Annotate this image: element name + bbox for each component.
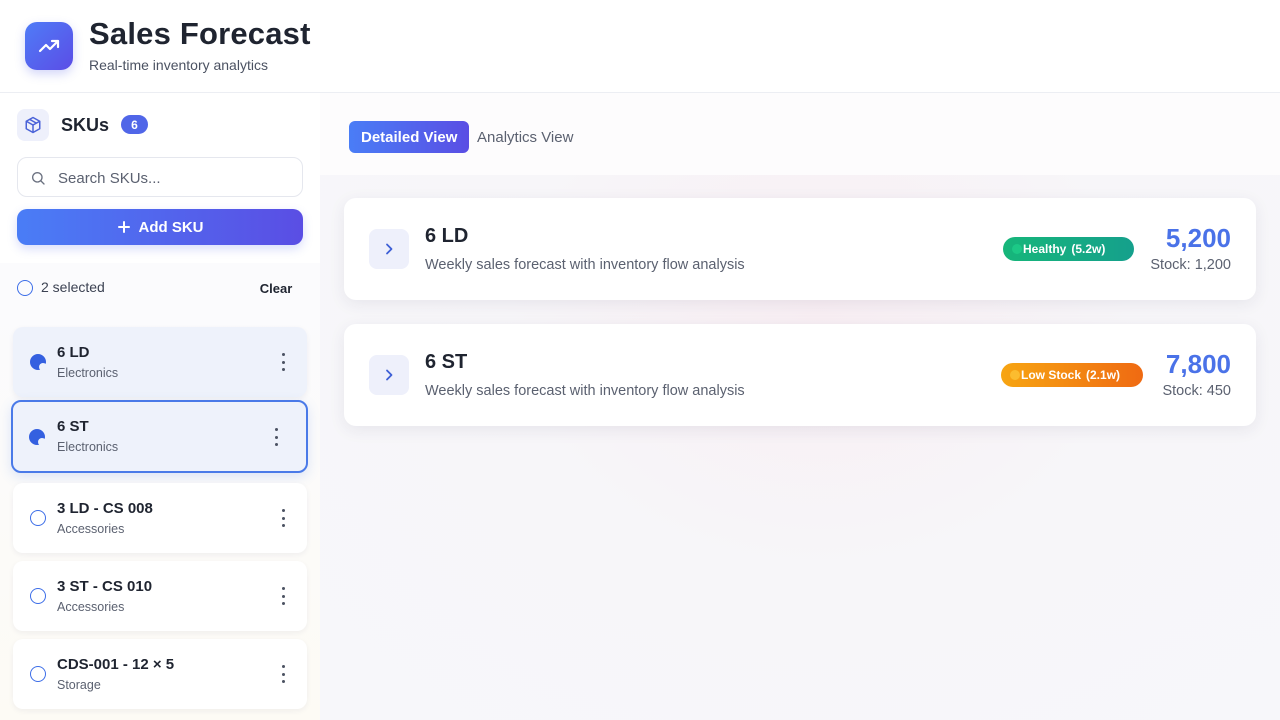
more-options-icon[interactable] [272, 428, 280, 446]
status-label: Low Stock [1021, 368, 1082, 382]
app-header: Sales Forecast Real-time inventory analy… [0, 0, 1280, 93]
status-badge: Healthy (5.2w) [1003, 237, 1134, 261]
sku-list-item[interactable]: 3 LD - CS 008 Accessories [13, 483, 307, 553]
search-icon [32, 172, 45, 185]
sku-category: Accessories [57, 600, 125, 614]
more-options-icon[interactable] [279, 509, 287, 527]
tab-analytics-view[interactable]: Analytics View [465, 121, 585, 153]
card-title: 6 ST [425, 351, 468, 373]
expand-button[interactable] [369, 229, 409, 269]
sku-list-item[interactable]: 3 ST - CS 010 Accessories [13, 561, 307, 631]
page-subtitle: Real-time inventory analytics [89, 57, 268, 73]
expand-button[interactable] [369, 355, 409, 395]
selection-bar: 2 selected Clear [0, 263, 320, 313]
search-input[interactable] [58, 167, 288, 189]
chevron-right-icon [386, 243, 393, 255]
sku-checkbox[interactable] [29, 429, 45, 445]
status-label: Healthy [1023, 242, 1067, 256]
more-options-icon[interactable] [279, 665, 287, 683]
card-description: Weekly sales forecast with inventory flo… [425, 383, 745, 399]
card-description: Weekly sales forecast with inventory flo… [425, 257, 745, 273]
sidebar-title: SKUs [61, 115, 110, 135]
sku-category: Storage [57, 678, 101, 692]
sku-category: Electronics [57, 366, 119, 380]
sku-list-item[interactable]: 6 ST Electronics [11, 400, 308, 473]
forecast-card[interactable]: 6 LD Weekly sales forecast with inventor… [344, 198, 1256, 300]
status-weeks: (5.2w) [1071, 242, 1106, 256]
search-box[interactable] [17, 157, 303, 197]
status-badge: Low Stock (2.1w) [1001, 363, 1143, 387]
select-all-checkbox[interactable] [17, 280, 33, 296]
tab-detailed-view[interactable]: Detailed View [349, 121, 470, 153]
main-content: Detailed View Analytics View 6 LD Weekly… [320, 93, 1280, 720]
page-title: Sales Forecast [89, 16, 311, 51]
sku-checkbox[interactable] [30, 510, 46, 526]
sku-checkbox[interactable] [30, 666, 46, 682]
sku-checkbox[interactable] [30, 354, 46, 370]
forecast-card[interactable]: 6 ST Weekly sales forecast with inventor… [344, 324, 1256, 426]
card-title: 6 LD [425, 225, 469, 247]
plus-icon [117, 221, 130, 233]
more-options-icon[interactable] [279, 587, 287, 605]
sku-list-item[interactable]: 6 LD Electronics [13, 327, 307, 397]
forecast-value: 7,800 [1165, 349, 1231, 379]
trending-up-icon [25, 22, 73, 70]
sku-sidebar: SKUs 6 Add SKU 2 selected Clear 6 LD Ele… [0, 93, 320, 720]
sku-list-item[interactable]: CDS-001 - 12 × 5 Storage [13, 639, 307, 709]
sku-name: 3 LD - CS 008 [57, 500, 153, 517]
sku-checkbox[interactable] [30, 588, 46, 604]
forecast-value: 5,200 [1165, 223, 1231, 253]
sku-category: Accessories [57, 522, 125, 536]
status-weeks: (2.1w) [1086, 368, 1121, 382]
warning-icon [1010, 370, 1020, 380]
chevron-right-icon [386, 369, 393, 381]
sku-name: 6 ST [57, 418, 89, 435]
sku-name: 3 ST - CS 010 [57, 578, 153, 595]
sku-name: CDS-001 - 12 × 5 [57, 656, 175, 673]
selection-count: 2 selected [41, 279, 105, 295]
sku-name: 6 LD [57, 344, 90, 361]
more-options-icon[interactable] [279, 353, 287, 371]
stock-level: Stock: 1,200 [1150, 257, 1231, 273]
package-icon [17, 109, 49, 141]
sku-list: 6 LD Electronics 6 ST Electronics 3 LD -… [0, 313, 320, 720]
clear-selection-button[interactable]: Clear [252, 277, 300, 299]
add-sku-label: Add SKU [138, 218, 204, 236]
stock-level: Stock: 450 [1162, 383, 1231, 399]
view-tabs: Detailed View Analytics View [320, 93, 1280, 175]
sku-category: Electronics [57, 440, 119, 454]
status-dot-icon [1012, 244, 1022, 254]
add-sku-button[interactable]: Add SKU [17, 209, 303, 245]
sku-count-badge: 6 [121, 115, 148, 134]
